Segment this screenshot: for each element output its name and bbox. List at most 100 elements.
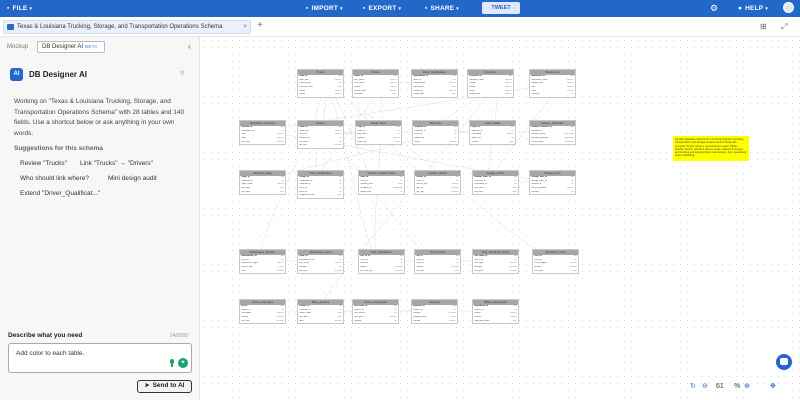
db-table[interactable]: Routes route_id int origin_city varchar dest_… — [297, 120, 344, 150]
table-field[interactable]: billing_email varchar — [468, 93, 513, 97]
avatar[interactable] — [783, 2, 794, 13]
db-table[interactable]: Billing_Invoices invoice_id int customer_id… — [297, 299, 344, 325]
db-table[interactable]: Shipment_Stage stage_id int shipment_id int s… — [239, 170, 286, 196]
table-field[interactable]: adjustment_date date — [473, 320, 518, 324]
db-table[interactable]: Fuel_Transactions fuel_tx_id int truck_id in… — [358, 249, 405, 275]
db-table[interactable]: Toll_Records toll_id int route_id int truck_i… — [414, 249, 461, 275]
db-table[interactable]: Operational_Costs cost_id int truck_id int co… — [532, 249, 579, 275]
table-field[interactable]: price_per_gal decimal — [359, 270, 404, 274]
ai-logo: AI — [10, 68, 23, 81]
db-table[interactable]: Driver_Qualifications qualification_id int… — [411, 69, 458, 99]
table-field[interactable]: actual_arrival timestamp — [530, 141, 575, 145]
db-table[interactable]: Customers customer_id int company_name varch… — [467, 69, 514, 99]
db-table[interactable]: Cargo_Details cargo_id int shipment_id int co… — [469, 120, 516, 146]
chat-support-button[interactable] — [776, 354, 792, 370]
field-type: time — [395, 140, 400, 143]
table-field[interactable]: cost decimal — [240, 270, 285, 274]
suggestion-chip[interactable]: Extend "Driver_Qualificat..." — [20, 190, 100, 197]
db-table[interactable]: Trucks truck_id int plate_num varchar capacit… — [297, 69, 344, 99]
table-field[interactable]: end_date date — [473, 191, 518, 195]
table-field[interactable]: speed_mph int — [359, 191, 404, 195]
mode-label[interactable]: Mockup — [7, 44, 28, 50]
gear-icon[interactable]: ⚙ — [710, 2, 718, 14]
suggestion-chip[interactable]: Review "Trucks" — [20, 160, 67, 167]
table-field[interactable]: arrival_est time — [356, 141, 401, 145]
fullscreen-icon[interactable]: ⤢ — [781, 21, 787, 33]
db-table[interactable]: Storage_Items storage_item_id int storage_o… — [529, 170, 576, 196]
suggestion-chip[interactable]: Mini design audit — [108, 175, 157, 182]
menu-share[interactable]: ▪ SHARE ▾ — [425, 0, 459, 17]
table-field[interactable]: hazmat bool — [470, 141, 515, 145]
table-field[interactable]: toll_cost decimal — [298, 144, 343, 148]
share-icon: ▪ — [425, 5, 428, 12]
microphone-icon[interactable] — [169, 359, 175, 367]
undo-icon[interactable]: ↻ — [690, 382, 696, 392]
db-table[interactable]: Route_Stops stop_id int route_id int stop_ord… — [355, 120, 402, 146]
menu-file[interactable]: ▪ FILE ▾ — [7, 0, 32, 17]
zoom-out-icon[interactable]: ⊖ — [702, 382, 708, 392]
zoom-value[interactable]: 61 — [716, 382, 724, 392]
db-table[interactable]: Billing_Adjustments adjustment_id int invoi… — [472, 299, 519, 325]
table-field[interactable]: line_total decimal — [240, 320, 285, 324]
collapse-panel-icon[interactable]: ‹ — [188, 42, 191, 51]
grid-icon[interactable]: ⊞ — [760, 21, 767, 33]
sticky-note[interactable]: All table database schema for a trucking… — [673, 136, 749, 161]
table-field[interactable]: cost_date date — [533, 270, 578, 274]
menu-import[interactable]: ▪ IMPORT ▾ — [306, 0, 343, 17]
table-field[interactable]: method varchar — [412, 320, 457, 324]
table-field[interactable]: part_cost decimal — [298, 270, 343, 274]
table-field[interactable]: end_time time — [240, 191, 285, 195]
table-field[interactable]: quantity int — [353, 320, 398, 324]
db-table[interactable]: Warehouse_Locations location_id int warehou… — [239, 120, 286, 146]
db-table[interactable]: Payments payment_id int invoice_id int amount… — [411, 299, 458, 325]
chatgpt-icon[interactable]: ✦ — [178, 358, 188, 368]
send-to-ai-button[interactable]: ➤ Send to AI — [137, 380, 192, 393]
table-field[interactable]: issued_date date — [412, 93, 457, 97]
db-table[interactable]: Truck_Assignments assign_id int assignment_… — [297, 170, 344, 200]
db-table[interactable]: Delivery_Schedules delivery_schedule_id in… — [529, 120, 576, 146]
tab-document[interactable]: Texas & Louisiana Trucking, Storage, and… — [3, 20, 251, 34]
field-name: toll_cost — [299, 144, 307, 147]
table-field[interactable]: total decimal — [298, 320, 343, 324]
prompt-input[interactable]: Add color to each table. ✦ — [8, 343, 192, 373]
tweet-button[interactable]: TWEET — [482, 2, 520, 14]
table-field[interactable]: bin_code varchar — [240, 141, 285, 145]
db-table[interactable]: Maintenance_Items detail_id int maintenance… — [297, 249, 344, 275]
db-table[interactable]: Invoice_Line_Items bill_id int invoice_id in… — [239, 299, 286, 325]
table-field[interactable]: hire_date date — [353, 93, 398, 97]
field-type: decimal — [334, 319, 342, 322]
db-table[interactable]: Vehicle_Location_Tracks track_id int truck_… — [358, 170, 405, 196]
zoom-in-icon[interactable]: ⊕ — [744, 382, 750, 392]
table-field[interactable]: status varchar — [413, 141, 458, 145]
db-table[interactable]: Warehouses warehouse_id int warehouse_name v… — [529, 69, 576, 99]
char-counter: 24/5000 — [170, 333, 189, 339]
db-table[interactable]: Shipments shipment_id int customer_id int rou… — [412, 120, 459, 146]
db-table[interactable]: Maintenance_Records maintenance_id int truc… — [239, 249, 286, 275]
diagram-canvas[interactable]: Trucks truck_id int plate_num varchar capacit… — [201, 37, 800, 400]
add-tab-button[interactable]: + — [257, 20, 263, 32]
field-type: bool — [509, 140, 514, 143]
table-field[interactable]: gps_lng decimal — [415, 191, 460, 195]
suggestion-chip[interactable]: Link "Trucks" → "Drivers" — [80, 160, 153, 167]
db-table[interactable]: Storage_Orders storage_order_id int custome… — [472, 170, 519, 196]
db-table[interactable]: Drivers driver_id int first_name varchar last… — [352, 69, 399, 99]
table-field[interactable]: toll_date date — [415, 270, 460, 274]
close-icon[interactable]: × — [243, 21, 247, 33]
suggestion-chip[interactable]: Who should link where? — [20, 175, 89, 182]
menu-export[interactable]: ▪ EXPORT ▾ — [363, 0, 401, 17]
help-menu[interactable]: ● HELP ▾ — [738, 0, 768, 17]
table-field[interactable]: capacity int — [530, 93, 575, 97]
fit-screen-icon[interactable]: ✥ — [770, 382, 776, 392]
db-table[interactable]: Fuel_Transaction_Items fuel_detail_id int f… — [472, 249, 519, 275]
table-field[interactable]: unit_price decimal — [473, 270, 518, 274]
pin-icon[interactable]: ⚲ — [180, 70, 184, 77]
table-field[interactable]: status varchar — [298, 93, 343, 97]
table-field[interactable]: assignment_date date — [298, 194, 343, 198]
db-table[interactable]: Location_Sensor sensor_id int truck_id int se… — [414, 170, 461, 196]
table-field[interactable]: quantity int — [530, 191, 575, 195]
db-table[interactable]: Invoice_Line_Details line_detail_id int inv… — [352, 299, 399, 325]
chevron-down-icon: ▾ — [29, 6, 33, 12]
field-type: varchar — [449, 140, 457, 143]
mode-tab-db-designer-ai[interactable]: DB Designer AI BETA — [37, 41, 105, 53]
chevron-down-icon: ▾ — [456, 6, 459, 12]
